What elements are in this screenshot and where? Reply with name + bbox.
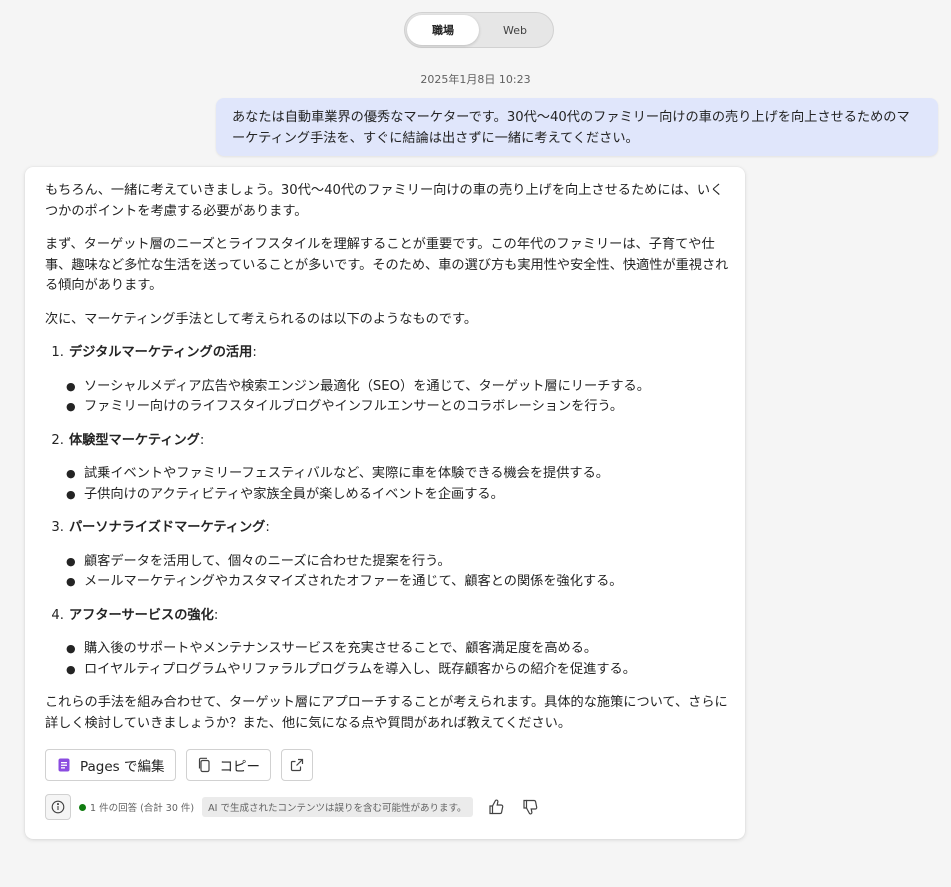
ordered-list-item: 2. 体験型マーケティング:	[45, 431, 729, 452]
list-item-colon: :	[252, 345, 257, 360]
bullet-list: ● 顧客データを活用して、個々のニーズに合わせた提案を行う。 ● メールマーケティング…	[66, 552, 729, 593]
response-footer: 1 件の回答 (合計 30 件) AI で生成されたコンテンツは誤りを含む可能性…	[45, 794, 539, 820]
list-item-colon: :	[213, 607, 219, 623]
list-item-colon: :	[265, 520, 270, 535]
edit-in-pages-button[interactable]: Pages で編集	[45, 749, 176, 781]
share-icon	[289, 757, 305, 773]
bullet-icon: ●	[66, 554, 76, 568]
response-paragraph: まず、ターゲット層のニーズとライフスタイルを理解することが重要です。この年代のフ…	[45, 237, 729, 293]
ordered-list: 1. デジタルマーケティングの活用: ● ソーシャルメディア広告や検索エンジン最適化（…	[45, 343, 729, 680]
ai-disclaimer: AI で生成されたコンテンツは誤りを含む可能性があります。	[202, 797, 473, 817]
bullet-list: ● 購入後のサポートやメンテナンスサービスを充実させることで、顧客満足度を高める。…	[66, 639, 729, 680]
list-number: 1.	[51, 345, 64, 360]
bullet-text: 顧客データを活用して、個々のニーズに合わせた提案を行う。	[84, 553, 451, 569]
info-icon	[51, 800, 65, 814]
action-bar: Pages で編集 コピー	[45, 749, 314, 781]
thumbs-down-button[interactable]	[521, 798, 539, 816]
copy-label: コピー	[219, 759, 261, 775]
bullet-text: メールマーケティングやカスタマイズされたオファーを通じて、顧客との関係を強化する…	[84, 574, 623, 589]
list-item-title: パーソナライズドマーケティング	[69, 520, 266, 535]
ordered-list-item: 3. パーソナライズドマーケティング:	[45, 518, 729, 539]
bullet-text: ソーシャルメディア広告や検索エンジン最適化（SEO）を通じて、ターゲット層にリー…	[84, 378, 650, 394]
response-outro: これらの手法を組み合わせて、ターゲット層にアプローチすることが考えられます。具体…	[45, 695, 728, 731]
response-count: 1 件の回答 (合計 30 件)	[90, 803, 195, 814]
bullet-icon: ●	[66, 400, 76, 413]
toggle-work[interactable]: 職場	[407, 15, 479, 45]
bullet-text: 試乗イベントやファミリーフェスティバルなど、実際に車を体験できる機会を提供する。	[84, 466, 609, 481]
bullet-icon: ●	[66, 379, 76, 393]
status-dot	[79, 803, 86, 811]
bullet-list: ● 試乗イベントやファミリーフェスティバルなど、実際に車を体験できる機会を提供する…	[66, 464, 729, 505]
list-item-title: 体験型マーケティング	[69, 432, 200, 448]
ordered-list-item: 1. デジタルマーケティングの活用:	[45, 343, 729, 364]
share-button[interactable]	[281, 749, 314, 781]
bullet-icon: ●	[66, 575, 76, 588]
user-message: あなたは自動車業界の優秀なマーケターです。30代〜40代のファミリー向けの車の売…	[216, 98, 938, 156]
toggle-web[interactable]: Web	[479, 15, 551, 45]
copy-icon	[197, 757, 212, 773]
thumbs-up-button[interactable]	[487, 798, 505, 816]
pages-icon	[56, 757, 72, 773]
list-item-colon: :	[199, 432, 205, 448]
bullet-item: ● 試乗イベントやファミリーフェスティバルなど、実際に車を体験できる機会を提供する…	[66, 464, 729, 485]
list-number: 3.	[51, 520, 64, 535]
bullet-text: 購入後のサポートやメンテナンスサービスを充実させることで、顧客満足度を高める。	[84, 641, 598, 656]
bullet-item: ● ファミリー向けのライフスタイルブログやインフルエンサーとのコラボレーションを行…	[66, 397, 729, 418]
bullet-item: ● ソーシャルメディア広告や検索エンジン最適化（SEO）を通じて、ターゲット層にリ…	[66, 377, 729, 398]
bullet-text: ファミリー向けのライフスタイルブログやインフルエンサーとのコラボレーションを行う…	[84, 399, 624, 414]
thumbs-up-icon	[488, 799, 503, 815]
bullet-item: ● メールマーケティングやカスタマイズされたオファーを通じて、顧客との関係を強化す…	[66, 572, 729, 593]
bullet-list: ● ソーシャルメディア広告や検索エンジン最適化（SEO）を通じて、ターゲット層にリ…	[66, 377, 729, 418]
response-card: もちろん、一緒に考えていきましょう。30代〜40代のファミリー向けの車の売り上げ…	[25, 167, 745, 839]
list-item-title: アフターサービスの強化	[69, 607, 214, 623]
response-paragraph: 次に、マーケティング手法として考えられるのは以下のようなものです。	[45, 311, 478, 327]
list-number: 2.	[51, 432, 64, 448]
bullet-item: ● 顧客データを活用して、個々のニーズに合わせた提案を行う。	[66, 552, 729, 573]
copy-button[interactable]: コピー	[185, 749, 272, 781]
list-item-title: デジタルマーケティングの活用	[69, 345, 253, 360]
thumbs-down-icon	[522, 799, 537, 815]
response-content: もちろん、一緒に考えていきましょう。30代〜40代のファミリー向けの車の売り上げ…	[45, 181, 729, 747]
bullet-icon: ●	[66, 662, 76, 676]
bullet-text: ロイヤルティプログラムやリファラルプログラムを導入し、既存顧客からの紹介を促進す…	[84, 661, 636, 677]
bullet-icon: ●	[66, 642, 76, 655]
bullet-icon: ●	[66, 467, 76, 480]
bullet-text: 子供向けのアクティビティや家族全員が楽しめるイベントを企画する。	[84, 486, 504, 502]
edit-in-pages-label: Pages で編集	[80, 759, 165, 775]
mode-toggle[interactable]: 職場 Web	[404, 12, 554, 48]
bullet-item: ● 子供向けのアクティビティや家族全員が楽しめるイベントを企画する。	[66, 485, 729, 506]
message-timestamp: 2025年1月8日 10:23	[420, 73, 531, 86]
info-button[interactable]	[45, 794, 71, 820]
ordered-list-item: 4. アフターサービスの強化:	[45, 606, 729, 627]
bullet-item: ● 購入後のサポートやメンテナンスサービスを充実させることで、顧客満足度を高める。	[66, 639, 729, 660]
list-number: 4.	[51, 607, 64, 623]
bullet-icon: ●	[66, 487, 76, 501]
response-intro: もちろん、一緒に考えていきましょう。30代〜40代のファミリー向けの車の売り上げ…	[45, 183, 724, 219]
bullet-item: ● ロイヤルティプログラムやリファラルプログラムを導入し、既存顧客からの紹介を促進…	[66, 660, 729, 681]
